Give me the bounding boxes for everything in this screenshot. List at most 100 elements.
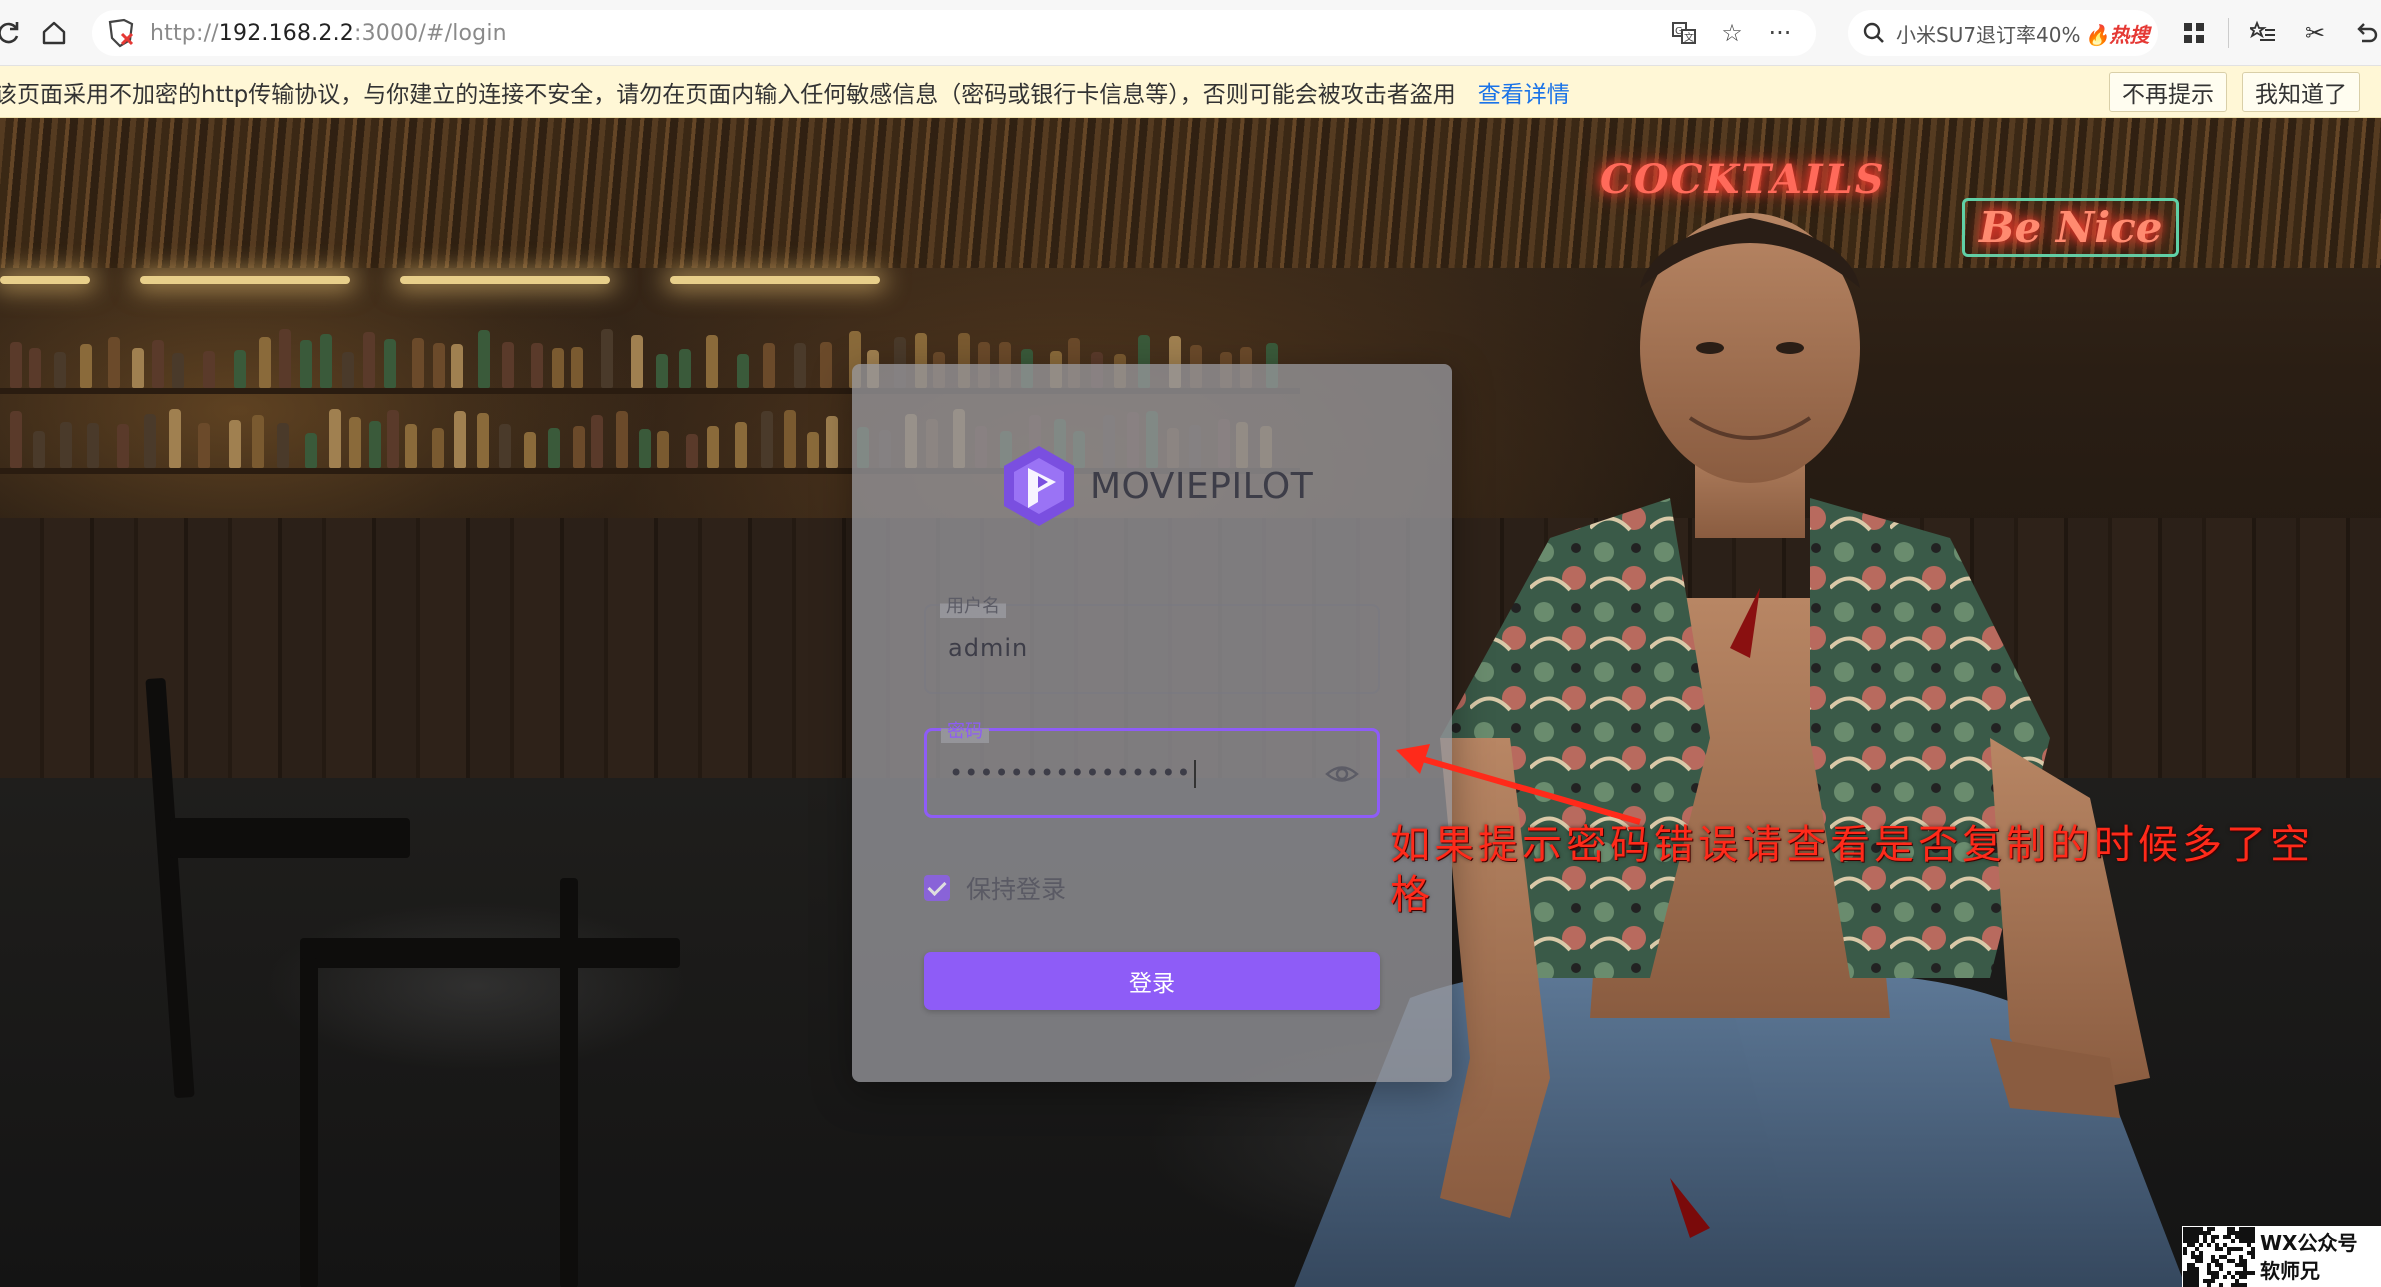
qr-module [2211,1227,2215,1231]
qr-module [2191,1231,2195,1235]
qr-module [2235,1263,2239,1267]
bottle [329,409,341,468]
qr-module [2227,1259,2231,1263]
bar-light [140,276,350,284]
qr-module [2183,1271,2187,1275]
qr-module [2195,1255,2199,1259]
qr-module [2211,1279,2215,1283]
screenshot-scissors-icon[interactable]: ✂ [2293,10,2337,56]
qr-module [2239,1271,2243,1275]
qr-module [2187,1279,2191,1283]
qr-module [2191,1251,2195,1255]
dont-remind-button[interactable]: 不再提示 [2109,72,2227,112]
bottle [657,431,669,468]
qr-module [2191,1255,2195,1259]
qr-code-icon [2183,1227,2255,1287]
qr-module [2243,1235,2247,1239]
qr-module [2247,1239,2251,1243]
qr-module [2187,1283,2191,1287]
more-dots-icon[interactable]: ··· [1760,16,1800,50]
bottle [33,431,45,468]
qr-module [2215,1271,2219,1275]
chair [300,958,318,1287]
qr-module [2183,1239,2187,1243]
password-field[interactable]: 密码 •••••••••••••••• [924,717,1380,818]
translate-icon[interactable]: G文 [1664,16,1704,50]
view-details-link[interactable]: 查看详情 [1478,75,1570,109]
qr-module [2243,1227,2247,1231]
qr-module [2203,1231,2207,1235]
insecure-shield-icon[interactable] [104,16,138,50]
got-it-button[interactable]: 我知道了 [2242,72,2360,112]
bottle [300,340,312,388]
qr-module [2183,1279,2187,1283]
qr-module [2239,1263,2243,1267]
search-query[interactable]: 小米SU7退订率40% [1896,19,2081,48]
qr-module [2231,1283,2235,1287]
qr-module [2231,1247,2235,1251]
qr-module [2231,1231,2235,1235]
bottle [794,343,806,388]
chair [170,818,410,858]
login-button[interactable]: 登录 [924,952,1380,1010]
hot-badge: 🔥热搜 [2084,22,2150,47]
password-value[interactable]: •••••••••••••••• [949,759,1196,788]
qr-module [2235,1235,2239,1239]
search-box[interactable]: 小米SU7退订率40% 🔥热搜 [1848,10,2158,56]
qr-module [2191,1243,2195,1247]
bottle [707,426,719,468]
bottle [152,340,164,388]
qr-module [2195,1227,2199,1231]
bottle [679,349,691,388]
qr-module [2219,1283,2223,1287]
qr-module [2195,1279,2199,1283]
qr-module [2195,1259,2199,1263]
qr-module [2207,1267,2211,1271]
reload-icon[interactable] [0,11,30,55]
remember-me[interactable]: 保持登录 [924,870,1066,906]
bottle [656,354,668,388]
bottle [60,422,72,468]
bottle [349,417,361,468]
bottle [737,354,749,388]
chair [560,878,578,1287]
qr-module [2187,1235,2191,1239]
home-icon[interactable] [32,11,76,55]
username-value[interactable]: admin [948,634,1028,662]
username-field[interactable]: 用户名 admin [924,592,1380,694]
qr-module [2199,1227,2203,1231]
qr-module [2183,1231,2187,1235]
qr-module [2247,1271,2251,1275]
qr-module [2239,1255,2243,1259]
qr-module [2223,1235,2227,1239]
svg-text:文: 文 [1684,31,1694,44]
address-bar[interactable]: http://192.168.2.2:3000/#/login G文 ☆ ··· [92,10,1816,56]
username-label: 用户名 [940,592,1006,618]
qr-module [2187,1243,2191,1247]
warning-message: 该页面采用不加密的http传输协议，与你建立的连接不安全，请勿在页面内输入任何敏… [0,81,1456,108]
qr-module [2235,1271,2239,1275]
qr-module [2227,1247,2231,1251]
qr-module [2183,1283,2187,1287]
qr-module [2239,1231,2243,1235]
bottle [763,343,775,388]
qr-module [2227,1251,2231,1255]
bottle [80,344,92,388]
undo-icon[interactable] [2345,10,2381,56]
qr-module [2227,1235,2231,1239]
url-text[interactable]: http://192.168.2.2:3000/#/login [150,21,507,46]
qr-module [2231,1239,2235,1243]
qr-module [2207,1279,2211,1283]
favorites-list-icon[interactable] [2241,10,2285,56]
qr-module [2243,1275,2247,1279]
bottle [524,432,536,468]
remember-label: 保持登录 [966,875,1067,904]
bottle [761,411,773,468]
remember-checkbox[interactable] [924,875,950,901]
bottle [10,411,22,468]
bottle [820,342,832,388]
qr-module [2231,1275,2235,1279]
show-password-eye-icon[interactable] [1325,759,1359,789]
bookmark-star-icon[interactable]: ☆ [1712,16,1752,50]
apps-grid-icon[interactable] [2172,10,2216,56]
